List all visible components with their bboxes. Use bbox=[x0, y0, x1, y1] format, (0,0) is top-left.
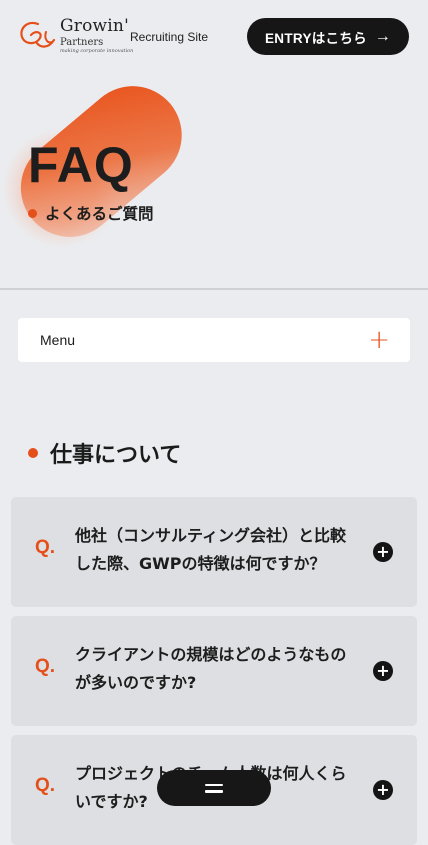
logo-mark-icon bbox=[20, 21, 56, 48]
hamburger-icon bbox=[205, 783, 223, 793]
divider bbox=[0, 288, 428, 290]
bullet-dot-icon bbox=[28, 208, 37, 218]
page-subtitle-text: よくあるご質問 bbox=[45, 205, 154, 223]
menu-accordion[interactable]: Menu + bbox=[18, 318, 410, 362]
entry-button[interactable]: ENTRYはこちら → bbox=[247, 18, 409, 55]
faq-item[interactable]: Q. 他社（コンサルティング会社）と比較した際、GWPの特徴は何ですか？ + bbox=[11, 497, 417, 607]
section-heading: 仕事について bbox=[28, 437, 181, 469]
logo-sub: Partners bbox=[60, 37, 104, 48]
page-subtitle: よくあるご質問 bbox=[28, 202, 154, 224]
growin-partners-logo[interactable]: Growin' Partners making corporate innova… bbox=[16, 16, 133, 56]
faq-question: 他社（コンサルティング会社）と比較した際、GWPの特徴は何ですか？ bbox=[75, 526, 347, 573]
section-heading-text: 仕事について bbox=[50, 443, 182, 468]
menu-label: Menu bbox=[40, 332, 76, 348]
site-label: Recruiting Site bbox=[130, 30, 209, 44]
logo-tagline: making corporate innovation bbox=[60, 48, 134, 54]
floating-menu-button[interactable] bbox=[157, 770, 271, 806]
site-header: Growin' Partners making corporate innova… bbox=[0, 0, 428, 76]
expand-plus-icon[interactable]: + bbox=[373, 661, 393, 681]
question-mark-label: Q. bbox=[35, 537, 56, 558]
faq-question: クライアントの規模はどのようなものが多いのですか? bbox=[75, 645, 347, 692]
question-mark-label: Q. bbox=[35, 656, 56, 677]
faq-item[interactable]: Q. クライアントの規模はどのようなものが多いのですか? + bbox=[11, 616, 417, 726]
arrow-right-icon: → bbox=[374, 27, 391, 45]
page-title: FAQ bbox=[28, 137, 134, 193]
plus-icon[interactable]: + bbox=[368, 327, 390, 353]
hero: FAQ よくあるご質問 bbox=[0, 70, 428, 288]
logo-name: Growin' bbox=[60, 16, 129, 36]
bullet-dot-icon bbox=[28, 448, 38, 458]
entry-button-label: ENTRYはこちら bbox=[265, 30, 367, 46]
expand-plus-icon[interactable]: + bbox=[373, 542, 393, 562]
expand-plus-icon[interactable]: + bbox=[373, 780, 393, 800]
question-mark-label: Q. bbox=[35, 775, 56, 796]
